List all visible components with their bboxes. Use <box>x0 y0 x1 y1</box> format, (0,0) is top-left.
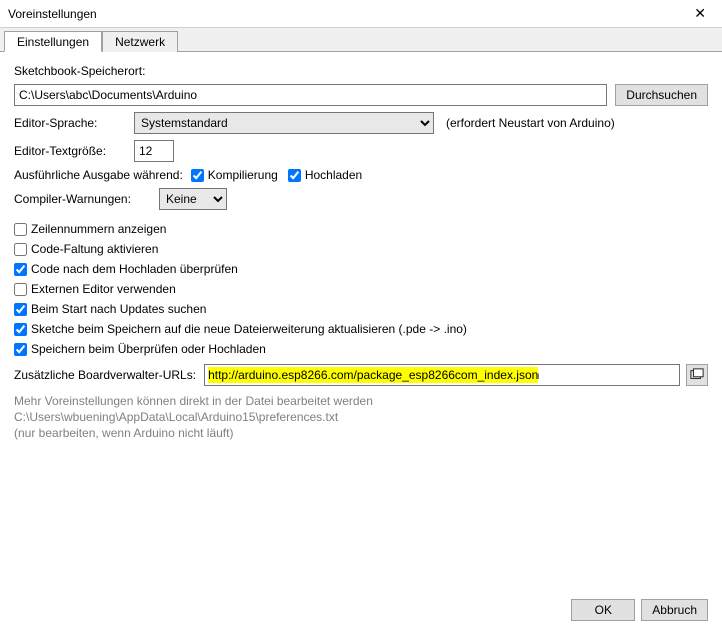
editor-lang-hint: (erfordert Neustart von Arduino) <box>446 116 615 130</box>
note-line3: (nur bearbeiten, wenn Arduino nicht läuf… <box>14 426 708 440</box>
sketchbook-label: Sketchbook-Speicherort: <box>14 64 145 78</box>
save-on-verify-label: Speichern beim Überprüfen oder Hochladen <box>31 342 266 356</box>
note-line1: Mehr Voreinstellungen können direkt in d… <box>14 394 708 408</box>
close-icon[interactable]: ✕ <box>686 3 714 24</box>
verbose-compile-checkbox[interactable] <box>191 169 204 182</box>
browse-button[interactable]: Durchsuchen <box>615 84 708 106</box>
line-numbers-label: Zeilennummern anzeigen <box>31 222 166 236</box>
update-ext-checkbox[interactable] <box>14 323 27 336</box>
warnings-select[interactable]: Keine <box>159 188 227 210</box>
editor-lang-select[interactable]: Systemstandard <box>134 112 434 134</box>
verbose-upload-checkbox[interactable] <box>288 169 301 182</box>
tab-network[interactable]: Netzwerk <box>102 31 178 52</box>
ok-button[interactable]: OK <box>571 599 635 621</box>
save-on-verify-checkbox[interactable] <box>14 343 27 356</box>
note-line2: C:\Users\wbuening\AppData\Local\Arduino1… <box>14 410 708 424</box>
verify-after-upload-label: Code nach dem Hochladen überprüfen <box>31 262 238 276</box>
verify-after-upload-checkbox[interactable] <box>14 263 27 276</box>
font-size-label: Editor-Textgröße: <box>14 144 134 158</box>
content: Sketchbook-Speicherort: Durchsuchen Edit… <box>0 52 722 452</box>
font-size-input[interactable] <box>134 140 174 162</box>
footer: OK Abbruch <box>571 599 708 621</box>
code-folding-label: Code-Faltung aktivieren <box>31 242 158 256</box>
window-icon <box>690 368 704 382</box>
window-title: Voreinstellungen <box>8 7 686 21</box>
verbose-label: Ausführliche Ausgabe während: <box>14 168 183 182</box>
expand-urls-button[interactable] <box>686 364 708 386</box>
check-updates-label: Beim Start nach Updates suchen <box>31 302 206 316</box>
external-editor-label: Externen Editor verwenden <box>31 282 176 296</box>
sketchbook-path-input[interactable] <box>14 84 607 106</box>
line-numbers-checkbox[interactable] <box>14 223 27 236</box>
cancel-button[interactable]: Abbruch <box>641 599 708 621</box>
titlebar: Voreinstellungen ✕ <box>0 0 722 28</box>
tabs: Einstellungen Netzwerk <box>0 28 722 52</box>
check-updates-checkbox[interactable] <box>14 303 27 316</box>
boards-urls-input[interactable] <box>204 364 680 386</box>
external-editor-checkbox[interactable] <box>14 283 27 296</box>
verbose-compile-label: Kompilierung <box>208 168 278 182</box>
update-ext-label: Sketche beim Speichern auf die neue Date… <box>31 322 467 336</box>
warnings-label: Compiler-Warnungen: <box>14 192 159 206</box>
editor-lang-label: Editor-Sprache: <box>14 116 134 130</box>
boards-urls-label: Zusätzliche Boardverwalter-URLs: <box>14 368 196 382</box>
code-folding-checkbox[interactable] <box>14 243 27 256</box>
verbose-upload-label: Hochladen <box>305 168 362 182</box>
tab-settings[interactable]: Einstellungen <box>4 31 102 52</box>
